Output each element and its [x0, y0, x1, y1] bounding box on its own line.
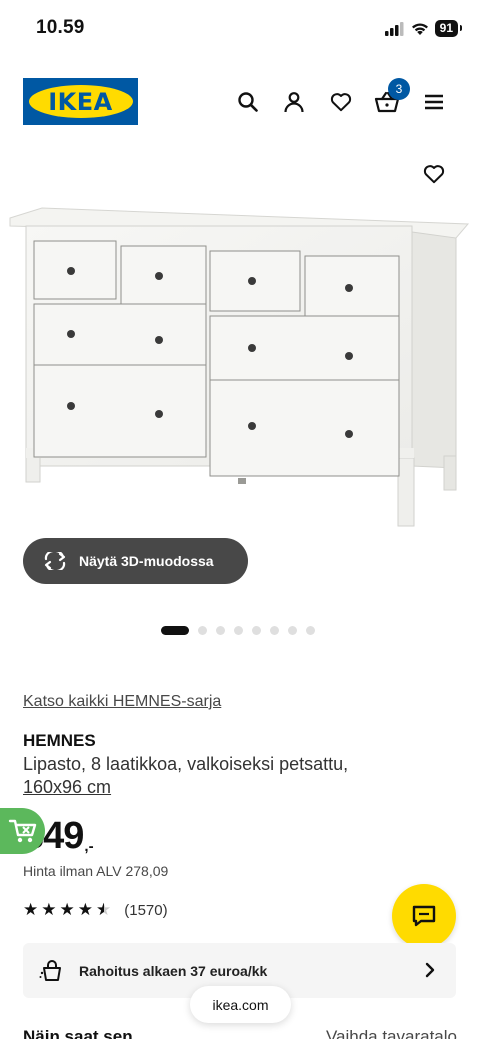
- change-store-link[interactable]: Vaihda tavaratalo: [326, 1027, 457, 1039]
- logo-text: IKEA: [48, 87, 113, 116]
- product-description: Lipasto, 8 laatikkoa, valkoiseksi petsat…: [23, 754, 349, 774]
- ikea-logo[interactable]: IKEA: [23, 78, 138, 125]
- chevron-right-icon: [425, 962, 435, 978]
- carousel-dot[interactable]: [270, 626, 279, 635]
- add-to-favourites-icon[interactable]: [420, 160, 448, 188]
- shopping-cart-icon: [8, 819, 36, 843]
- product-image[interactable]: [0, 196, 480, 536]
- menu-icon[interactable]: [420, 88, 448, 116]
- rating[interactable]: ★ ★ ★ ★ ★ (1570): [23, 901, 168, 919]
- financing-label: Rahoitus alkaen 37 euroa/kk: [79, 962, 268, 979]
- site-header: IKEA 3: [0, 78, 480, 128]
- rotate-3d-icon: [44, 552, 66, 570]
- star-half-icon: ★: [96, 900, 112, 919]
- status-time: 10.59: [36, 17, 85, 38]
- wifi-icon: [411, 23, 428, 35]
- status-icons: 91: [384, 20, 463, 37]
- add-to-cart-tab[interactable]: [0, 808, 45, 854]
- financing-bag-icon: [39, 959, 61, 981]
- product-name: HEMNES: [23, 731, 96, 750]
- star-icon: ★: [41, 900, 57, 919]
- browser-url: ikea.com: [212, 996, 269, 1013]
- star-icon: ★: [23, 900, 39, 919]
- user-icon[interactable]: [280, 88, 308, 116]
- price-without-vat: Hinta ilman ALV 278,09: [23, 863, 169, 879]
- chat-button[interactable]: [392, 884, 456, 948]
- product-size-link[interactable]: 160x96 cm: [23, 777, 111, 798]
- carousel-dot[interactable]: [234, 626, 243, 635]
- carousel-dot[interactable]: [198, 626, 207, 635]
- review-count: (1570): [124, 901, 168, 919]
- star-icon: ★: [77, 900, 93, 919]
- carousel-dots: [161, 626, 315, 635]
- view-3d-label: Näytä 3D-muodossa: [79, 553, 214, 569]
- series-link[interactable]: Katso kaikki HEMNES-sarja: [23, 693, 221, 711]
- carousel-dot-active[interactable]: [161, 626, 189, 635]
- carousel-dot[interactable]: [216, 626, 225, 635]
- chat-icon: [412, 905, 436, 927]
- browser-url-bar[interactable]: ikea.com: [190, 986, 291, 1023]
- status-bar: 10.59 91: [0, 0, 480, 56]
- battery-indicator: 91: [434, 20, 463, 37]
- logo-oval: IKEA: [28, 85, 133, 118]
- cart-count-badge: 3: [388, 78, 410, 100]
- favourites-icon[interactable]: [327, 88, 355, 116]
- star-icon: ★: [59, 900, 75, 919]
- basket-icon[interactable]: 3: [373, 78, 410, 116]
- view-3d-button[interactable]: Näytä 3D-muodossa: [23, 538, 248, 584]
- carousel-dot[interactable]: [288, 626, 297, 635]
- carousel-dot[interactable]: [252, 626, 261, 635]
- search-icon[interactable]: [234, 88, 262, 116]
- price-suffix: ,-: [84, 838, 94, 855]
- carousel-dot[interactable]: [306, 626, 315, 635]
- delivery-heading: Näin saat sen: [23, 1027, 133, 1039]
- signal-icon: [384, 21, 404, 36]
